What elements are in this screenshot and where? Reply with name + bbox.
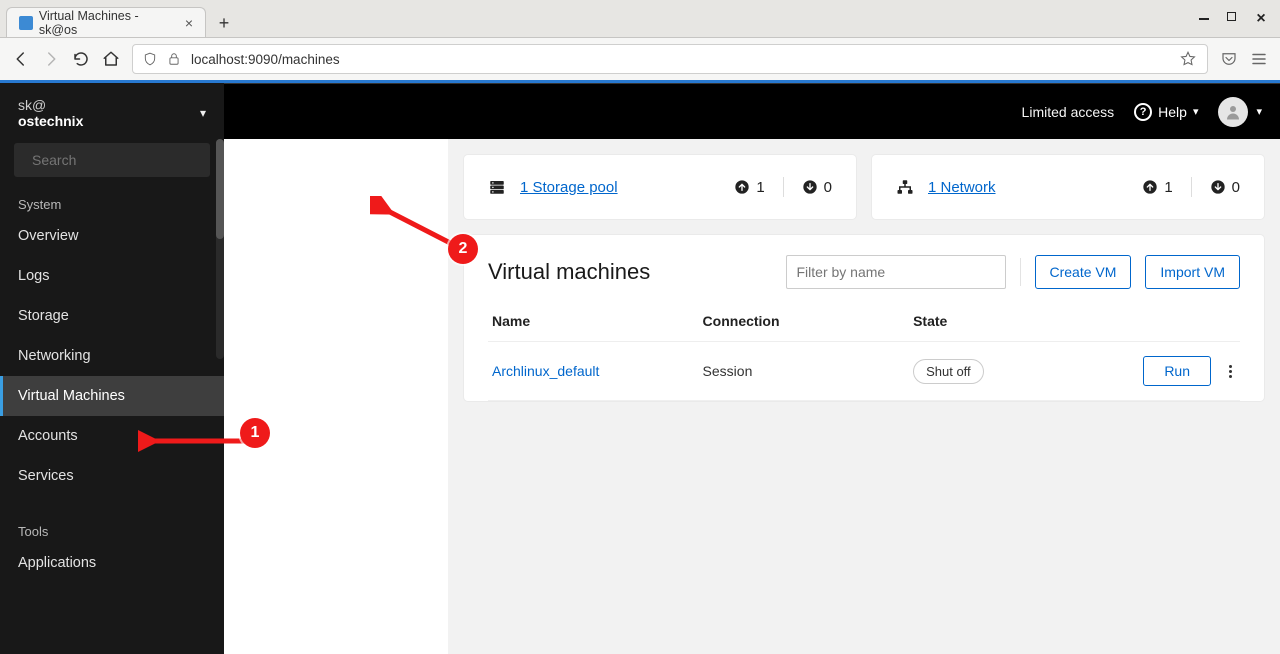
table-row: Archlinux_default Session Shut off Run [488, 342, 1240, 401]
reload-icon [72, 50, 90, 68]
vm-kebab-menu[interactable] [1225, 361, 1236, 382]
network-up-count: 1 [1142, 179, 1172, 196]
browser-toolbar [0, 38, 1280, 80]
col-state: State [909, 301, 1120, 342]
shield-icon [143, 52, 157, 66]
vm-filter-input[interactable] [786, 255, 1006, 289]
storage-up-count: 1 [734, 179, 764, 196]
cockpit-topbar: Limited access ? Help ▾ ▾ [224, 83, 1280, 139]
avatar-icon [1218, 97, 1248, 127]
sidebar-group-system: System [0, 187, 224, 216]
chevron-down-icon: ▾ [1193, 105, 1199, 118]
chevron-down-icon: ▾ [1256, 105, 1262, 118]
host-switcher[interactable]: sk@ ostechnix ▾ [0, 83, 224, 139]
col-connection: Connection [699, 301, 910, 342]
vm-panel-header: Virtual machines Create VM Import VM [488, 255, 1240, 289]
back-button[interactable] [12, 50, 30, 68]
vm-name-link[interactable]: Archlinux_default [492, 363, 599, 379]
vm-state-chip: Shut off [913, 359, 984, 384]
vm-connection: Session [699, 342, 910, 401]
create-vm-button[interactable]: Create VM [1035, 255, 1132, 289]
chevron-down-icon: ▾ [200, 106, 206, 120]
window-close-icon[interactable]: × [1254, 12, 1268, 26]
network-down-count: 0 [1210, 179, 1240, 196]
home-icon [102, 50, 120, 68]
sidebar-item-accounts[interactable]: Accounts [0, 416, 224, 456]
url-input[interactable] [191, 52, 1169, 67]
sidebar-item-storage[interactable]: Storage [0, 296, 224, 336]
tab-favicon [19, 16, 33, 30]
import-vm-button[interactable]: Import VM [1145, 255, 1240, 289]
sidebar-search[interactable] [14, 143, 210, 177]
window-maximize-icon[interactable] [1227, 12, 1236, 21]
arrow-down-circle-icon [802, 179, 818, 195]
help-label: Help [1158, 104, 1187, 120]
cockpit-app: Limited access ? Help ▾ ▾ sk@ ostechnix … [0, 83, 1280, 654]
url-bar[interactable] [132, 44, 1208, 74]
sidebar-item-overview[interactable]: Overview [0, 216, 224, 256]
reload-button[interactable] [72, 50, 90, 68]
main-content: 1 Storage pool 1 0 [448, 83, 1280, 654]
lock-icon [167, 52, 181, 66]
storage-icon [488, 178, 506, 196]
limited-access-label[interactable]: Limited access [1022, 104, 1115, 120]
arrow-left-icon [12, 50, 30, 68]
sidebar-item-services[interactable]: Services [0, 456, 224, 496]
pocket-icon[interactable] [1220, 50, 1238, 68]
arrow-right-icon [42, 50, 60, 68]
arrow-down-circle-icon [1210, 179, 1226, 195]
browser-tab[interactable]: Virtual Machines - sk@os × [6, 7, 206, 37]
vm-panel: Virtual machines Create VM Import VM Nam… [464, 235, 1264, 401]
sidebar-item-virtual-machines[interactable]: Virtual Machines [0, 376, 224, 416]
user-menu[interactable]: ▾ [1218, 97, 1262, 127]
browser-tabstrip: Virtual Machines - sk@os × + [0, 0, 238, 37]
person-icon [1224, 103, 1242, 121]
help-menu[interactable]: ? Help ▾ [1134, 103, 1198, 121]
hamburger-menu-icon[interactable] [1250, 50, 1268, 68]
help-circle-icon: ? [1134, 103, 1152, 121]
col-name: Name [488, 301, 699, 342]
tab-title: Virtual Machines - sk@os [39, 9, 179, 37]
separator [1020, 258, 1021, 286]
summary-cards: 1 Storage pool 1 0 [464, 155, 1264, 219]
network-card: 1 Network 1 0 [872, 155, 1264, 219]
arrow-up-circle-icon [1142, 179, 1158, 195]
network-icon [896, 178, 914, 196]
storage-down-count: 0 [802, 179, 832, 196]
storage-pool-link[interactable]: 1 Storage pool [520, 179, 618, 196]
vm-table: Name Connection State Archlinux_default … [488, 301, 1240, 401]
network-link[interactable]: 1 Network [928, 179, 996, 196]
sidebar-search-input[interactable] [32, 152, 213, 168]
vm-panel-title: Virtual machines [488, 259, 650, 285]
new-tab-button[interactable]: + [210, 9, 238, 37]
sidebar: sk@ ostechnix ▾ System Overview Logs Sto… [0, 83, 224, 654]
sidebar-group-tools: Tools [0, 514, 224, 543]
sidebar-item-logs[interactable]: Logs [0, 256, 224, 296]
close-tab-icon[interactable]: × [185, 16, 193, 30]
window-titlebar: Virtual Machines - sk@os × + × [0, 0, 1280, 38]
window-minimize-icon[interactable] [1199, 18, 1209, 20]
forward-button[interactable] [42, 50, 60, 68]
sidebar-item-networking[interactable]: Networking [0, 336, 224, 376]
sidebar-scrollbar[interactable] [216, 139, 224, 359]
storage-pool-card: 1 Storage pool 1 0 [464, 155, 856, 219]
sidebar-item-applications[interactable]: Applications [0, 543, 224, 583]
bookmark-star-icon[interactable] [1179, 50, 1197, 68]
vm-panel-actions: Create VM Import VM [786, 255, 1241, 289]
arrow-up-circle-icon [734, 179, 750, 195]
host-name: ostechnix [18, 113, 83, 129]
window-controls: × [1199, 12, 1280, 26]
home-button[interactable] [102, 50, 120, 68]
run-vm-button[interactable]: Run [1143, 356, 1211, 386]
host-user: sk@ [18, 97, 83, 113]
